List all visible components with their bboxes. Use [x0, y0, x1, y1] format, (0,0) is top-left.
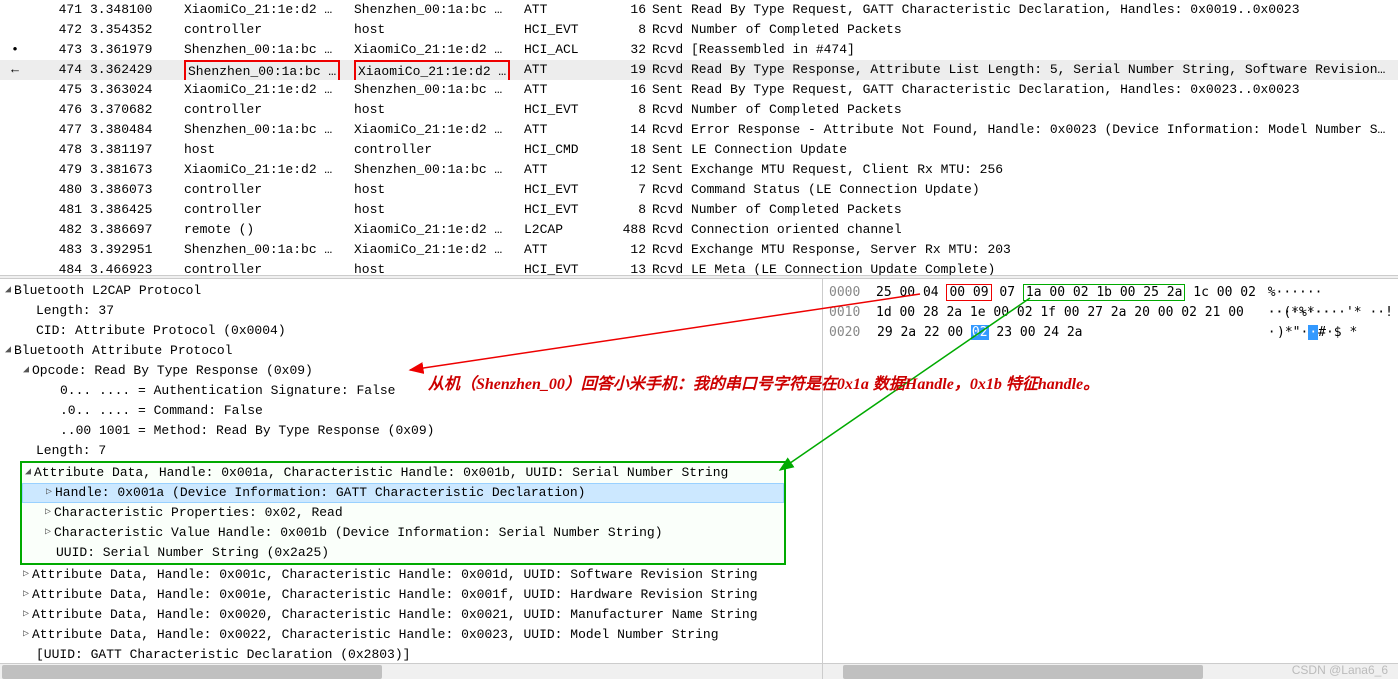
packet-row[interactable]: 4763.370682controllerhostHCI_EVT8Rcvd Nu… — [0, 100, 1398, 120]
tree-item[interactable]: Length: 7 — [0, 441, 822, 461]
packet-row[interactable]: 4843.466923controllerhostHCI_EVT13Rcvd L… — [0, 260, 1398, 275]
tree-item[interactable]: ▷Attribute Data, Handle: 0x0022, Charact… — [0, 625, 822, 645]
hex-dump-pane[interactable]: 0000 25 00 04 00 09 07 1a 00 02 1b 00 25… — [822, 279, 1398, 679]
tree-item[interactable]: ▷Attribute Data, Handle: 0x0020, Charact… — [0, 605, 822, 625]
tree-item-selected[interactable]: ▷Handle: 0x001a (Device Information: GAT… — [22, 483, 784, 503]
tree-item[interactable]: ◢Bluetooth L2CAP Protocol — [0, 281, 822, 301]
tree-item[interactable]: ▷Characteristic Properties: 0x02, Read — [22, 503, 784, 523]
tree-item[interactable]: ▷Characteristic Value Handle: 0x001b (De… — [22, 523, 784, 543]
packet-row[interactable]: •4733.361979Shenzhen_00:1a:bc …XiaomiCo_… — [0, 40, 1398, 60]
packet-row[interactable]: 4713.348100XiaomiCo_21:1e:d2 …Shenzhen_0… — [0, 0, 1398, 20]
horizontal-scrollbar[interactable] — [0, 663, 822, 679]
packet-row[interactable]: 4793.381673XiaomiCo_21:1e:d2 …Shenzhen_0… — [0, 160, 1398, 180]
hex-row[interactable]: 0010 1d 00 28 2a 1e 00 02 1f 00 27 2a 20… — [829, 303, 1398, 323]
collapse-icon[interactable]: ◢ — [2, 281, 14, 301]
hex-row[interactable]: 0000 25 00 04 00 09 07 1a 00 02 1b 00 25… — [829, 283, 1398, 303]
watermark: CSDN @Lana6_6 — [1292, 663, 1388, 677]
packet-row[interactable]: 4783.381197hostcontrollerHCI_CMD18Sent L… — [0, 140, 1398, 160]
packet-row[interactable]: 4753.363024XiaomiCo_21:1e:d2 …Shenzhen_0… — [0, 80, 1398, 100]
packet-row[interactable]: ←4743.362429Shenzhen_00:1a:bc …XiaomiCo_… — [0, 60, 1398, 80]
tree-item[interactable]: ▷Attribute Data, Handle: 0x001e, Charact… — [0, 585, 822, 605]
tree-item[interactable]: ..00 1001 = Method: Read By Type Respons… — [0, 421, 822, 441]
tree-item[interactable]: ▷Attribute Data, Handle: 0x001c, Charact… — [0, 565, 822, 585]
expand-icon[interactable]: ▷ — [43, 483, 55, 503]
packet-row[interactable]: 4833.392951Shenzhen_00:1a:bc …XiaomiCo_2… — [0, 240, 1398, 260]
tree-item[interactable]: .0.. .... = Command: False — [0, 401, 822, 421]
tree-item[interactable]: ◢Attribute Data, Handle: 0x001a, Charact… — [22, 463, 784, 483]
expand-icon[interactable]: ▷ — [20, 585, 32, 605]
packet-row[interactable]: 4773.380484Shenzhen_00:1a:bc …XiaomiCo_2… — [0, 120, 1398, 140]
packet-row[interactable]: 4813.386425controllerhostHCI_EVT8Rcvd Nu… — [0, 200, 1398, 220]
packet-row[interactable]: 4823.386697remote ()XiaomiCo_21:1e:d2 …L… — [0, 220, 1398, 240]
expand-icon[interactable]: ▷ — [20, 605, 32, 625]
tree-item[interactable]: UUID: Serial Number String (0x2a25) — [22, 543, 784, 563]
expand-icon[interactable]: ▷ — [42, 503, 54, 523]
packet-details-pane[interactable]: ◢Bluetooth L2CAP Protocol Length: 37 CID… — [0, 279, 822, 679]
tree-item[interactable]: [UUID: GATT Characteristic Declaration (… — [0, 645, 822, 665]
collapse-icon[interactable]: ◢ — [20, 361, 32, 381]
hex-row[interactable]: 0020 29 2a 22 00 02 23 00 24 2a )*"··#·$… — [829, 323, 1398, 343]
tree-item[interactable]: ◢Bluetooth Attribute Protocol — [0, 341, 822, 361]
annotation-text: 从机（Shenzhen_00）回答小米手机：我的串口号字符是在0x1a 数据Ha… — [428, 370, 1099, 394]
packet-list-pane[interactable]: 4713.348100XiaomiCo_21:1e:d2 …Shenzhen_0… — [0, 0, 1398, 275]
tree-item[interactable]: Length: 37 — [0, 301, 822, 321]
expand-icon[interactable]: ▷ — [42, 523, 54, 543]
expand-icon[interactable]: ▷ — [20, 625, 32, 645]
collapse-icon[interactable]: ◢ — [22, 463, 34, 483]
expand-icon[interactable]: ▷ — [20, 565, 32, 585]
tree-item[interactable]: CID: Attribute Protocol (0x0004) — [0, 321, 822, 341]
packet-row[interactable]: 4723.354352controllerhostHCI_EVT8Rcvd Nu… — [0, 20, 1398, 40]
collapse-icon[interactable]: ◢ — [2, 341, 14, 361]
packet-row[interactable]: 4803.386073controllerhostHCI_EVT7Rcvd Co… — [0, 180, 1398, 200]
